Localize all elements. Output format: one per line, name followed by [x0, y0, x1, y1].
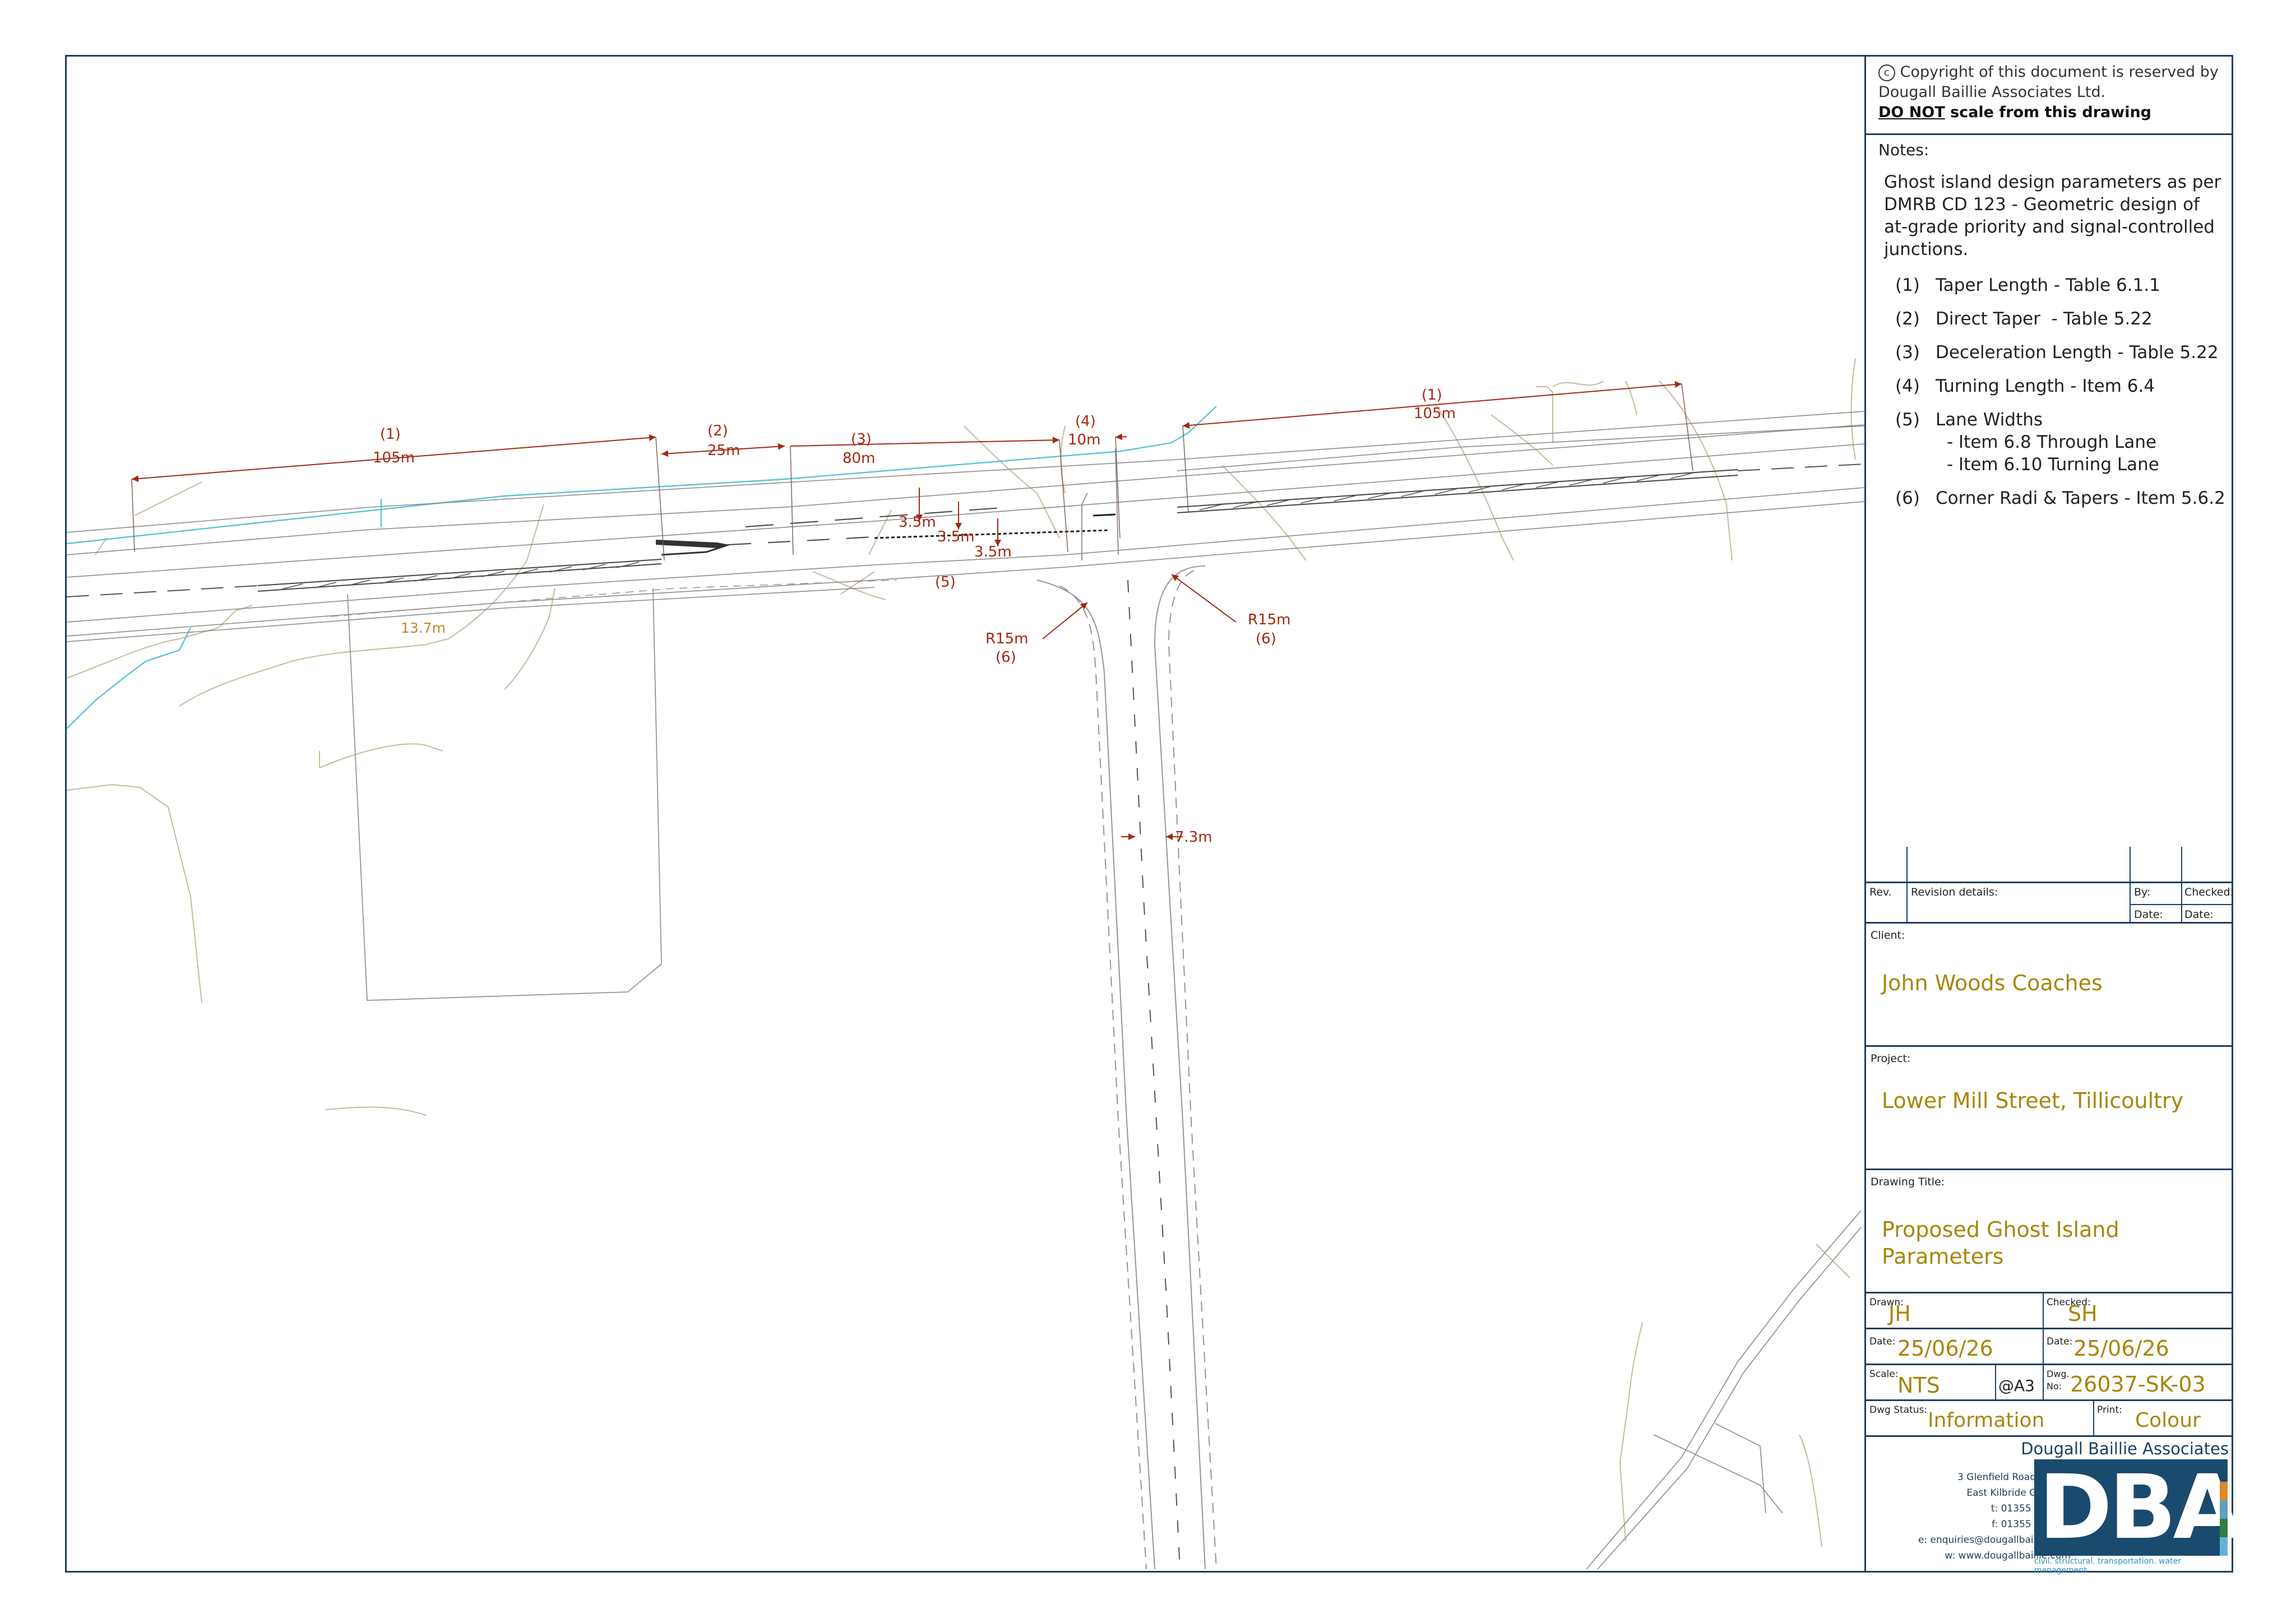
dim-5-number: (1): [1422, 387, 1442, 404]
radius-right-number: (6): [1256, 630, 1276, 647]
do-not-text: DO NOT: [1878, 104, 1945, 121]
field-boundary: [347, 588, 1862, 1570]
traffic-arrow: [656, 540, 729, 548]
date-label-2: Date:: [2047, 1336, 2073, 1347]
radius-right: R15m: [1248, 611, 1290, 628]
drawing-number: 26037-SK-03: [2070, 1372, 2206, 1397]
note-3-text: Deceleration Length - Table 5.22: [1936, 342, 2219, 363]
verge-width: 13.7m: [401, 620, 446, 636]
dim-1-number: (1): [380, 426, 401, 443]
company-box: Dougall Baillie Associates 3 Glenfield R…: [1866, 1437, 2242, 1575]
copyright-line-1: Copyright of this document is reserved b…: [1900, 63, 2219, 81]
note-1-number: (1): [1895, 275, 1920, 295]
date-value-2: 25/06/26: [2073, 1336, 2169, 1361]
client-box: Client: John Woods Coaches: [1866, 924, 2233, 1047]
dim-4-number: (4): [1075, 413, 1096, 430]
drawing-title-line-2: Parameters: [1882, 1244, 2004, 1269]
status-label: Dwg Status:: [1869, 1404, 1928, 1416]
drawing-title-label: Drawing Title:: [1871, 1176, 1945, 1188]
date-header: Date:: [2134, 908, 2163, 921]
rev-header: Rev.: [1869, 886, 1892, 898]
note-3-number: (3): [1895, 342, 1920, 363]
scale-warning-text: scale from this drawing: [1945, 104, 2152, 121]
print-label: Print:: [2097, 1404, 2122, 1416]
note-4-number: (4): [1895, 376, 1920, 396]
dim-2-number: (2): [707, 423, 728, 439]
date-value: 25/06/26: [1897, 1336, 1993, 1361]
checked-value: SH: [2068, 1301, 2098, 1326]
drawn-checked-row: Drawn: JH Checked: SH: [1866, 1293, 2233, 1329]
revision-table: Rev. Revision details: By: Checked: Date…: [1866, 847, 2234, 924]
radius-left: R15m: [985, 630, 1028, 647]
title-block: c Copyright of this document is reserved…: [1864, 57, 2242, 1575]
note-2-number: (2): [1895, 309, 1920, 329]
copyright-line-2: Dougall Baillie Associates Ltd.: [1878, 84, 2106, 101]
revision-details-header: Revision details:: [1911, 886, 1998, 898]
logo-colour-bar: [2220, 1482, 2228, 1556]
project-box: Project: Lower Mill Street, Tillicoultry: [1866, 1047, 2233, 1170]
paper-size: @A3: [1998, 1376, 2035, 1395]
dim-5-value: 105m: [1414, 405, 1456, 422]
note-6-text: Corner Radi & Tapers - Item 5.6.2: [1936, 488, 2225, 508]
radius-left-number: (6): [996, 649, 1016, 666]
lane-width-3: 3.5m: [974, 544, 1012, 560]
note-1-text: Taper Length - Table 6.1.1: [1936, 275, 2160, 295]
dates-row: Date: 25/06/26 Date: 25/06/26: [1866, 1329, 2233, 1365]
drawing-title-box: Drawing Title: Proposed Ghost Island Par…: [1866, 1170, 2233, 1293]
scale-label: Scale:: [1869, 1369, 1899, 1380]
drawn-value: JH: [1888, 1301, 1911, 1326]
dim-4-value: 10m: [1068, 432, 1100, 448]
company-tagline: civil. structural. transportation. water…: [2034, 1557, 2182, 1575]
drawing-title-line-1: Proposed Ghost Island: [1882, 1217, 2119, 1242]
notes-intro-3: at-grade priority and signal-controlled: [1884, 217, 2215, 237]
scale-value: NTS: [1897, 1373, 1940, 1398]
dim-2-value: 25m: [707, 442, 740, 459]
watercourse: [67, 406, 1217, 729]
dimension-lines: [131, 381, 1682, 840]
project-name: Lower Mill Street, Tillicoultry: [1882, 1088, 2184, 1113]
note-6-number: (6): [1895, 488, 1920, 508]
notes-intro-1: Ghost island design parameters as per: [1884, 172, 2221, 192]
project-label: Project:: [1871, 1052, 1911, 1065]
notes-heading: Notes:: [1878, 141, 1929, 159]
checked-header: Checked:: [2184, 886, 2234, 898]
date-label: Date:: [1869, 1336, 1896, 1347]
date-header-2: Date:: [2184, 908, 2214, 921]
copyright-box: c Copyright of this document is reserved…: [1866, 57, 2233, 135]
property-line: [330, 579, 897, 617]
client-name: John Woods Coaches: [1882, 971, 2103, 995]
dimension-extensions: [131, 383, 1693, 561]
dwg-no-label: No:: [2047, 1381, 2062, 1392]
dim-1-value: 105m: [373, 449, 415, 466]
lane-width-2: 3.5m: [937, 528, 975, 545]
by-header: By:: [2134, 886, 2151, 898]
dba-logo: DBA: [2034, 1459, 2242, 1556]
note-5-number: (5): [1895, 410, 1920, 430]
dwg-label: Dwg.: [2047, 1369, 2070, 1379]
main-road-edges: [67, 411, 1864, 642]
lane-width-number: (5): [935, 574, 956, 591]
note-2-text: Direct Taper - Table 5.22: [1936, 309, 2152, 329]
notes-intro-2: DMRB CD 123 - Geometric design of: [1884, 194, 2200, 215]
scale-row: Scale: NTS @A3 Dwg. No: 26037-SK-03: [1866, 1365, 2233, 1401]
note-5a-text: - Item 6.8 Through Lane: [1947, 432, 2157, 452]
copyright-icon: c: [1878, 64, 1895, 81]
dim-3-number: (3): [851, 431, 872, 448]
lane-width-1: 3.5m: [899, 514, 936, 531]
note-5b-text: - Item 6.10 Turning Lane: [1947, 455, 2159, 475]
company-name: Dougall Baillie Associates: [2021, 1439, 2229, 1458]
carriageway-width: 7.3m: [1175, 829, 1212, 846]
status-value: Information: [1928, 1409, 2045, 1432]
print-value: Colour: [2135, 1409, 2201, 1432]
notes-box: Notes: Ghost island design parameters as…: [1866, 135, 2233, 886]
dba-logo-text: DBA: [2039, 1456, 2242, 1559]
note-5-text: Lane Widths: [1936, 410, 2043, 430]
dim-3-value: 80m: [843, 450, 875, 467]
site-plan-drawing: (1) 105m (2) 25m (3) 80m (4) 10m (1) 105…: [67, 358, 1864, 1570]
note-4-text: Turning Length - Item 6.4: [1936, 376, 2155, 396]
status-row: Dwg Status: Information Print: Colour: [1866, 1401, 2233, 1437]
side-road: [1036, 448, 1217, 1570]
notes-intro-4: junctions.: [1884, 239, 1969, 259]
client-label: Client:: [1871, 929, 1905, 942]
